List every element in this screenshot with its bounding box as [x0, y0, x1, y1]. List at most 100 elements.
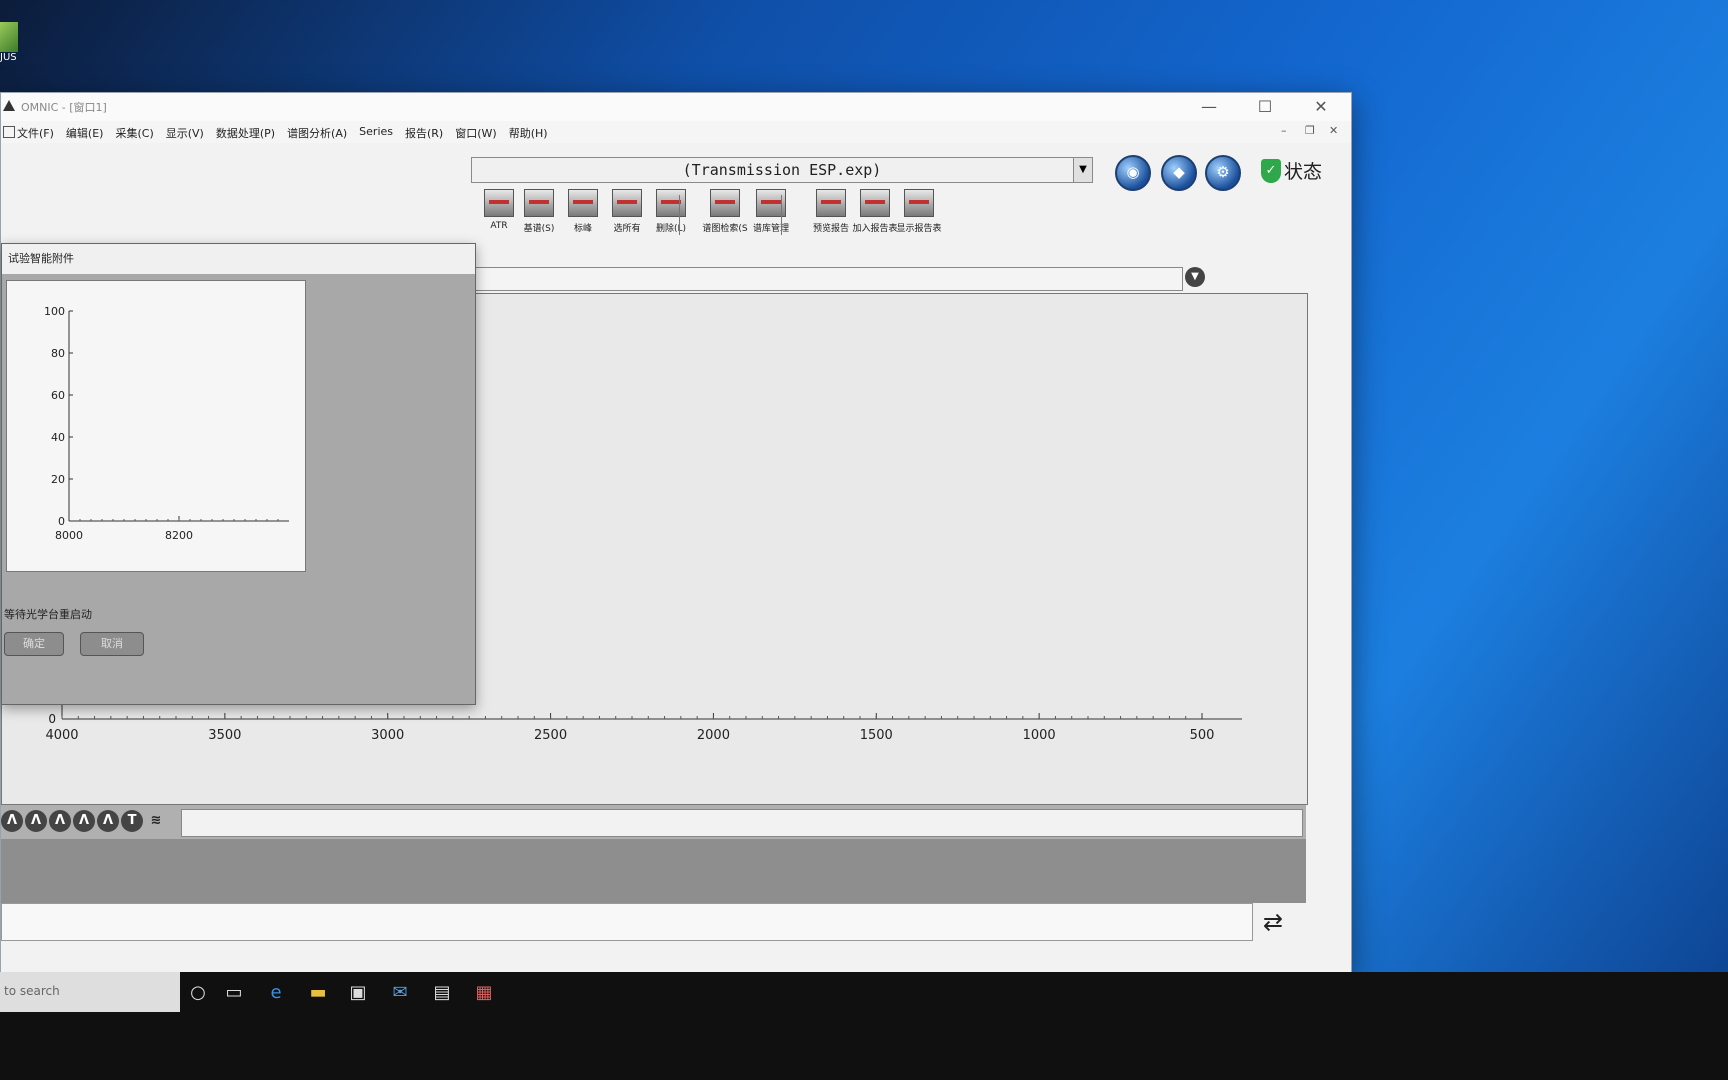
menu-item[interactable]: 帮助(H)	[509, 125, 548, 141]
menu-item[interactable]: 窗口(W)	[455, 125, 496, 141]
cortana-icon[interactable]: ○	[186, 982, 210, 1004]
shield-check-icon: ✓	[1261, 158, 1281, 183]
x-tick-label: 1500	[860, 728, 893, 743]
x-tick-label: 500	[1190, 728, 1215, 743]
omnic-logo-icon	[3, 100, 15, 111]
cancel-button[interactable]: 取消	[80, 632, 144, 656]
title-bar[interactable]: OMNIC - [窗口1] — ☐ ✕	[1, 93, 1351, 121]
preview-report-icon	[816, 189, 846, 217]
mdi-close-button[interactable]: ✕	[1329, 124, 1338, 137]
taskbar-search[interactable]: to search	[0, 972, 180, 1012]
dialog-x-tick-label: 8000	[55, 529, 83, 542]
desktop-icon-label: JUS	[0, 52, 17, 63]
toolbar-button-label: 谱库管理	[752, 224, 789, 234]
experiment-setup-icon[interactable]: ⚙	[1205, 155, 1241, 191]
toolbar-separator	[679, 195, 680, 235]
y-tick-label: 0	[48, 712, 56, 726]
dialog-chart: 100 80 60 40 20 0 8000 8200	[6, 280, 306, 572]
menu-item[interactable]: 编辑(E)	[66, 125, 104, 141]
dialog-y-tick-label: 100	[44, 305, 65, 318]
dialog-y-tick-label: 0	[58, 515, 65, 528]
omnic-taskbar-icon[interactable]: ▦	[472, 982, 496, 1004]
menu-item[interactable]: 采集(C)	[115, 125, 153, 141]
omnic-window: OMNIC - [窗口1] — ☐ ✕ 文件(F) 编辑(E) 采集(C) 显示(V)…	[0, 92, 1352, 974]
mdi-restore-button[interactable]: ❐	[1305, 124, 1315, 137]
library-manager-button[interactable]: 谱库管理	[743, 189, 799, 234]
swap-arrows-icon[interactable]: ⇄	[1256, 905, 1290, 939]
x-tick-label: 2000	[697, 728, 730, 743]
ok-button[interactable]: 确定	[4, 632, 64, 656]
dialog-y-tick-label: 40	[51, 431, 65, 444]
menu-item[interactable]: 谱图分析(A)	[287, 125, 347, 141]
experiment-select-value: (Transmission ESP.exp)	[682, 161, 882, 179]
region-tool-icon[interactable]: Λ	[25, 810, 47, 832]
library-search-icon	[710, 189, 740, 217]
display-toolbar: Λ Λ Λ Λ Λ T ≋	[1, 805, 1306, 839]
menu-item[interactable]: 显示(V)	[166, 125, 204, 141]
menu-item[interactable]: 报告(R)	[405, 125, 443, 141]
view-report-icon	[904, 189, 934, 217]
atr-icon	[484, 189, 514, 217]
bench-diagnostic-icon[interactable]: ◆	[1161, 155, 1197, 191]
status-band	[1, 839, 1306, 903]
select-tool-icon[interactable]: Λ	[1, 810, 23, 832]
dropdown-arrow-icon[interactable]: ▼	[1073, 158, 1092, 182]
select-all-icon	[612, 189, 642, 217]
dialog-y-tick-label: 80	[51, 347, 65, 360]
peak-height-icon[interactable]: Λ	[49, 810, 71, 832]
x-tick-label: 4000	[45, 728, 78, 743]
menu-bar: 文件(F) 编辑(E) 采集(C) 显示(V) 数据处理(P) 谱图分析(A) Series…	[1, 121, 1351, 143]
toolbar-separator	[781, 195, 782, 235]
baseline-icon	[524, 189, 554, 217]
store-icon[interactable]: ▣	[346, 982, 370, 1004]
x-tick-label: 1000	[1023, 728, 1056, 743]
experiment-select[interactable]: (Transmission ESP.exp) ▼	[471, 157, 1093, 183]
desktop-icon[interactable]: JUS	[0, 22, 18, 66]
find-peaks-icon	[568, 189, 598, 217]
delete-button[interactable]: 删除(L)	[643, 189, 699, 234]
task-view-icon[interactable]: ▭	[222, 982, 246, 1004]
x-tick-label: 3000	[371, 728, 404, 743]
text-tool-icon[interactable]: T	[121, 810, 143, 832]
dialog-y-tick-label: 60	[51, 389, 65, 402]
x-tick-label: 2500	[534, 728, 567, 743]
app-shortcut-icon	[0, 22, 18, 52]
dialog-chart-canvas: 100 80 60 40 20 08000 8200	[44, 305, 289, 542]
main-toolbar: ATR 基谱(S) 标峰 选所有 删除(L) 谱图检索(S 谱库管理 预览报告 加入报告表 显示报…	[471, 189, 1351, 259]
window-title: OMNIC - [窗口1]	[21, 101, 107, 114]
toolbar-button-label: 删除(L)	[655, 224, 687, 234]
label-peak-icon[interactable]: Λ	[97, 810, 119, 832]
close-button[interactable]: ✕	[1293, 93, 1349, 121]
mail-icon[interactable]: ✉	[388, 982, 412, 1004]
peak-area-icon[interactable]: Λ	[73, 810, 95, 832]
toolbar-button-label: 显示报告表	[896, 224, 942, 234]
x-tick-label: 3500	[208, 728, 241, 743]
dialog-title: 试验智能附件	[2, 244, 475, 274]
dialog-status-text: 等待光学台重启动	[4, 608, 92, 621]
add-to-report-icon	[860, 189, 890, 217]
status-label: 状态	[1284, 161, 1323, 183]
smart-accessory-dialog: 试验智能附件 100 80 60 40 20 0 8000 8200 等待光学台重启动 确定 …	[1, 243, 476, 705]
taskbar: to search ○ ▭ e ▬ ▣ ✉ ▤ ▦	[0, 972, 1728, 1080]
mdi-minimize-button[interactable]: –	[1281, 124, 1287, 137]
edge-icon[interactable]: e	[264, 982, 288, 1004]
file-explorer-icon[interactable]: ▬	[306, 982, 330, 1004]
command-input[interactable]	[1, 903, 1253, 941]
maximize-button[interactable]: ☐	[1237, 93, 1293, 121]
menu-item[interactable]: Series	[359, 125, 393, 141]
view-report-button[interactable]: 显示报告表	[891, 189, 947, 234]
experiment-row: (Transmission ESP.exp) ▼ ◉ ◆ ⚙ ✓ 状态	[471, 153, 1351, 191]
menu-item[interactable]: 文件(F)	[17, 125, 54, 141]
system-menu-icon[interactable]	[3, 126, 15, 138]
status-button[interactable]: ✓ 状态	[1261, 157, 1322, 184]
network-app-icon[interactable]: ▤	[430, 982, 454, 1004]
collect-sample-icon[interactable]: ◉	[1115, 155, 1151, 191]
scale-tool-icon[interactable]: ≋	[145, 810, 167, 832]
spectrum-title-field[interactable]	[471, 267, 1183, 291]
spectrum-list-arrow-icon[interactable]: ▼	[1185, 267, 1205, 287]
dialog-y-tick-label: 20	[51, 473, 65, 486]
minimize-button[interactable]: —	[1181, 93, 1237, 121]
display-info-field[interactable]	[181, 809, 1303, 837]
menu-item[interactable]: 数据处理(P)	[216, 125, 275, 141]
dialog-x-tick-label: 8200	[165, 529, 193, 542]
